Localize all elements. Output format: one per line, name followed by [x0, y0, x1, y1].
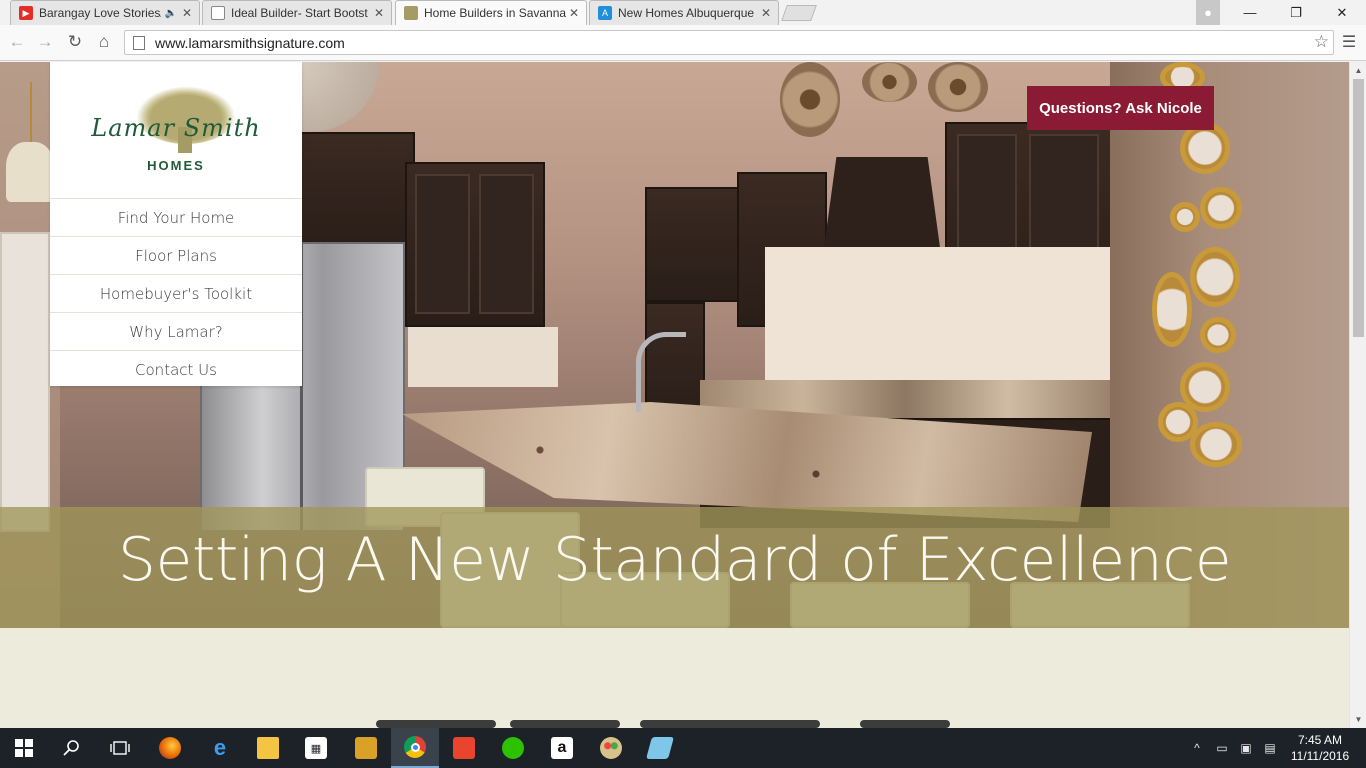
page-viewport: Setting A New Standard of Excellence Lam…: [0, 62, 1349, 728]
browser-toolbar: ← → ↻ ⌂ www.lamarsmithsignature.com ☆ ☰: [0, 25, 1366, 61]
amazon-icon[interactable]: a: [538, 728, 586, 768]
tab-barangay-love-stories[interactable]: ▶ Barangay Love Stories/ 🔈 ✕: [10, 0, 200, 25]
url-text[interactable]: www.lamarsmithsignature.com: [155, 35, 345, 51]
lamar-smith-homes-logo[interactable]: Lamar Smith HOMES: [50, 62, 302, 198]
close-window-button[interactable]: ✕: [1320, 0, 1364, 25]
nav-homebuyers-toolkit[interactable]: Homebuyer's Toolkit: [50, 274, 302, 312]
close-tab-icon[interactable]: ✕: [373, 6, 385, 20]
clock-time: 7:45 AM: [1297, 733, 1343, 747]
tab-home-builders[interactable]: Home Builders in Savanna ✕: [395, 0, 587, 25]
bookmark-star-icon[interactable]: ☆: [1314, 32, 1329, 52]
section-heading-peek: [370, 712, 990, 728]
main-nav: Find Your Home Floor Plans Homebuyer's T…: [50, 198, 302, 388]
nav-contact-us[interactable]: Contact Us: [50, 350, 302, 388]
site-header-menu: Lamar Smith HOMES Find Your Home Floor P…: [50, 62, 302, 386]
tab-new-homes-albuquerque[interactable]: A New Homes Albuquerque ✕: [589, 0, 779, 25]
restore-button[interactable]: ❐: [1274, 0, 1318, 25]
ask-nicole-button[interactable]: Questions? Ask Nicole: [1027, 86, 1214, 130]
upper-cabinet: [300, 132, 415, 252]
tab-title: New Homes Albuquerque: [618, 6, 755, 20]
upper-cabinet: [405, 162, 545, 327]
store-icon[interactable]: ▦: [292, 728, 340, 768]
wechat-icon[interactable]: [489, 728, 537, 768]
speaker-icon[interactable]: 🔈: [165, 8, 177, 19]
wall-decor-flower: [862, 62, 917, 102]
network-icon[interactable]: ▣: [1236, 728, 1256, 768]
paint-icon[interactable]: [587, 728, 635, 768]
close-tab-icon[interactable]: ✕: [181, 6, 193, 20]
nav-find-your-home[interactable]: Find Your Home: [50, 198, 302, 236]
start-icon[interactable]: [0, 728, 48, 768]
file-explorer-icon[interactable]: [244, 728, 292, 768]
scroll-up-icon[interactable]: ▲: [1350, 62, 1366, 79]
notepad-icon[interactable]: [636, 728, 684, 768]
new-tab-button[interactable]: [781, 5, 817, 21]
logo-script: Lamar Smith: [91, 114, 261, 142]
wall-decor-flower: [780, 62, 840, 137]
reload-icon[interactable]: ↻: [64, 31, 86, 53]
pendant-light: [0, 82, 54, 202]
door: [0, 232, 50, 532]
user-profile-icon[interactable]: ●: [1196, 0, 1220, 25]
task-view-icon[interactable]: [96, 728, 144, 768]
scroll-thumb[interactable]: [1353, 79, 1364, 337]
nav-why-lamar[interactable]: Why Lamar?: [50, 312, 302, 350]
wall-decor-flower: [928, 62, 988, 112]
page-scrollbar[interactable]: ▲ ▼: [1349, 62, 1366, 728]
home-icon[interactable]: ⌂: [93, 31, 115, 53]
taskbar-clock[interactable]: 7:45 AM 11/11/2016: [1288, 732, 1352, 764]
logo-homes: HOMES: [147, 158, 205, 173]
app-icon[interactable]: [440, 728, 488, 768]
show-hidden-icons[interactable]: ^: [1188, 728, 1206, 768]
search-icon[interactable]: [48, 728, 96, 768]
tab-ideal-builder[interactable]: Ideal Builder- Start Bootst ✕: [202, 0, 392, 25]
close-tab-icon[interactable]: ✕: [760, 6, 772, 20]
edge-icon[interactable]: e: [196, 728, 244, 768]
battery-icon[interactable]: ▭: [1212, 728, 1232, 768]
faucet: [636, 332, 686, 412]
action-center-icon[interactable]: ▤: [1260, 728, 1280, 768]
nav-floor-plans[interactable]: Floor Plans: [50, 236, 302, 274]
close-tab-icon[interactable]: ✕: [568, 6, 580, 20]
tab-title: Ideal Builder- Start Bootst: [231, 6, 368, 20]
hero-headline: Setting A New Standard of Excellence: [117, 525, 1232, 595]
scroll-down-icon[interactable]: ▼: [1350, 711, 1366, 728]
address-bar[interactable]: www.lamarsmithsignature.com ☆: [124, 30, 1334, 55]
browser-tab-strip: ▶ Barangay Love Stories/ 🔈 ✕ Ideal Build…: [0, 0, 1366, 25]
youtube-icon: ▶: [19, 6, 33, 20]
archive-app-icon[interactable]: [342, 728, 390, 768]
browser-menu-icon[interactable]: ☰: [1340, 31, 1358, 53]
tab-title: Home Builders in Savanna: [424, 6, 567, 20]
forward-arrow-icon[interactable]: →: [34, 31, 56, 53]
back-arrow-icon[interactable]: ←: [6, 31, 28, 53]
windows-taskbar: e ▦ a ^ ▭ ▣ ▤ 7:45 AM 11/11/2016: [0, 728, 1366, 768]
chrome-icon[interactable]: [391, 728, 439, 768]
upper-cabinet: [645, 187, 740, 302]
decorative-platter: [300, 62, 380, 132]
letter-a-icon: A: [598, 6, 612, 20]
tab-title: Barangay Love Stories/: [39, 6, 161, 20]
page-icon: [211, 6, 225, 20]
clock-date: 11/11/2016: [1290, 749, 1350, 763]
page-info-icon[interactable]: [133, 35, 145, 50]
minimize-button[interactable]: —: [1228, 0, 1272, 25]
lamar-smith-icon: [404, 6, 418, 20]
firefox-icon[interactable]: [146, 728, 194, 768]
